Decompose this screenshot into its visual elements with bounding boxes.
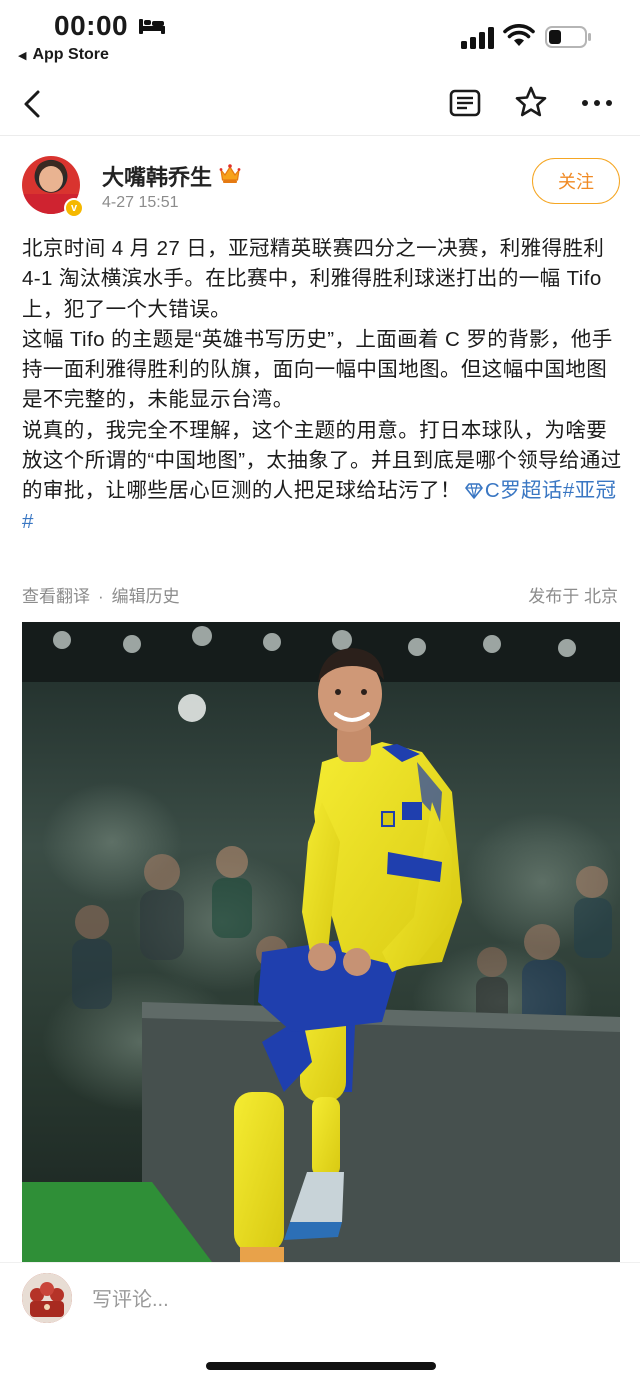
post-location: 发布于 北京 — [528, 587, 618, 606]
post-body: 北京时间 4 月 27 日，亚冠精英联赛四分之一决赛，利雅得胜利 4-1 淘汰横… — [22, 234, 622, 537]
comment-input[interactable]: 写评论... — [92, 1283, 169, 1312]
post-paragraph-2: 这幅 Tifo 的主题是“英雄书写历史”，上面画着 C 罗的背影，他手持一面利雅… — [22, 327, 613, 412]
article-list-icon[interactable] — [448, 86, 482, 120]
navigation-bar — [0, 72, 640, 136]
meta-actions: 查看翻译 · 编辑历史 — [22, 582, 180, 607]
author-header: v 大嘴韩乔生 4-27 15:51 关注 — [0, 150, 640, 230]
chevron-left-icon[interactable] — [18, 86, 52, 122]
status-time: 00:00 — [54, 10, 129, 41]
crown-icon — [219, 164, 241, 183]
wifi-icon — [503, 24, 535, 46]
user-avatar[interactable] — [22, 1273, 72, 1323]
topic-link-c-ronaldo[interactable]: C罗超话 — [485, 479, 563, 502]
comment-bar: 写评论... — [0, 1262, 640, 1338]
star-icon[interactable] — [514, 84, 548, 120]
home-indicator[interactable] — [206, 1362, 436, 1370]
back-to-app-store[interactable]: ◀ App Store — [18, 46, 109, 64]
follow-button[interactable]: 关注 — [532, 158, 620, 204]
back-app-label: App Store — [32, 46, 109, 63]
player-photo-illustration — [22, 622, 620, 1262]
view-translation-link[interactable]: 查看翻译 — [22, 587, 90, 606]
author-name[interactable]: 大嘴韩乔生 — [102, 160, 212, 192]
avatar-face — [39, 166, 63, 192]
verified-badge-icon: v — [64, 198, 84, 218]
user-avatar-image — [22, 1273, 72, 1323]
post-photo[interactable] — [22, 622, 620, 1262]
status-bar: 00:00 ◀ App Store — [0, 0, 640, 72]
post-time: 4-27 15:51 — [102, 194, 179, 211]
post-paragraph-1: 北京时间 4 月 27 日，亚冠精英联赛四分之一决赛，利雅得胜利 4-1 淘汰横… — [22, 237, 605, 321]
sleep-focus-icon — [139, 19, 165, 34]
post-paragraph-3: 说真的，我完全不理解，这个主题的用意。打日本球队，为啥要放这个所谓的“中国地图”… — [22, 416, 622, 537]
diamond-icon — [465, 483, 483, 500]
meta-separator: · — [98, 587, 104, 606]
more-icon[interactable] — [578, 86, 616, 120]
battery-icon — [545, 26, 591, 48]
edit-history-link[interactable]: 编辑历史 — [112, 587, 180, 606]
cellular-signal-icon — [461, 27, 494, 49]
back-triangle-icon: ◀ — [18, 49, 27, 62]
